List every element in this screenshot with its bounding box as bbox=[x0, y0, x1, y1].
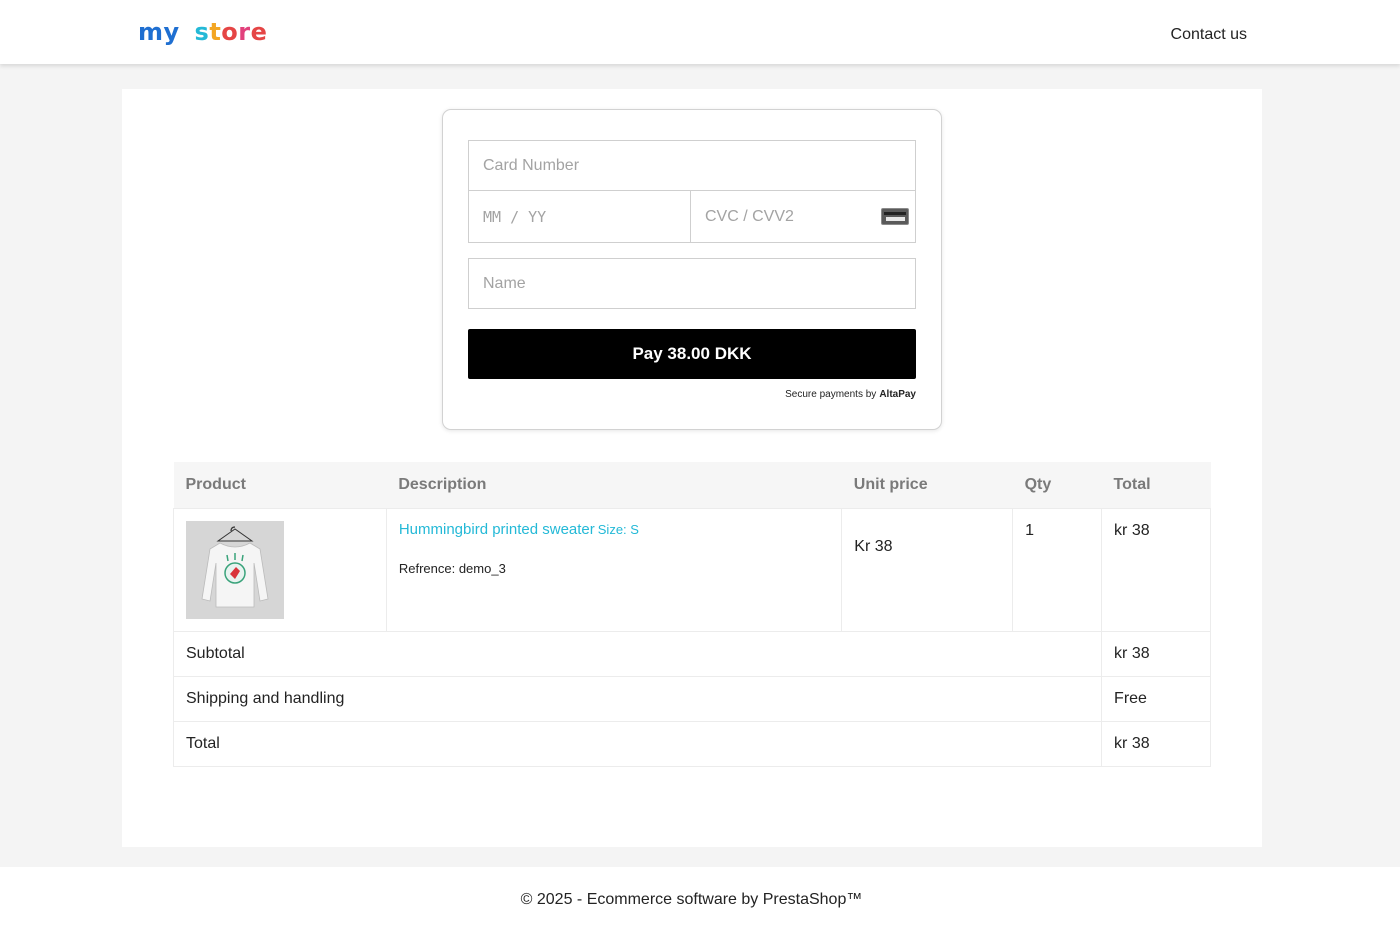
secure-label: Secure payments by bbox=[785, 389, 877, 400]
product-name-link[interactable]: Hummingbird printed sweater bbox=[399, 521, 595, 538]
summary-row-subtotal: Subtotal kr 38 bbox=[172, 630, 1211, 677]
product-size: Size: S bbox=[597, 521, 639, 537]
unit-price-cell: Kr 38 bbox=[841, 507, 1014, 632]
logo-part: e bbox=[250, 18, 268, 46]
store-logo[interactable]: my store bbox=[138, 15, 267, 49]
summary-value: kr 38 bbox=[1101, 720, 1211, 767]
cart-table: Product Description Unit price Qty Total bbox=[172, 462, 1211, 767]
column-header: Total bbox=[1101, 462, 1211, 508]
column-header: Product bbox=[173, 462, 387, 508]
table-row: Hummingbird printed sweater Size: S Refre… bbox=[173, 507, 1211, 632]
column-header: Qty bbox=[1012, 462, 1102, 508]
name-input[interactable] bbox=[469, 259, 915, 308]
product-reference: Refrence: demo_3 bbox=[398, 560, 506, 576]
sweater-image bbox=[201, 525, 269, 607]
altapay-brand: AltaPay bbox=[879, 389, 916, 400]
summary-row-shipping: Shipping and handling Free bbox=[172, 675, 1211, 722]
summary-label: Shipping and handling bbox=[172, 675, 1103, 722]
qty-cell: 1 bbox=[1012, 507, 1103, 632]
product-image[interactable] bbox=[186, 520, 284, 619]
payment-form: Pay 38.00 DKK Secure payments byAltaPay bbox=[442, 109, 942, 430]
logo-part: t bbox=[209, 18, 222, 46]
column-header: Unit price bbox=[841, 462, 1013, 508]
expiry-wrapper bbox=[469, 191, 691, 242]
logo-part: my bbox=[138, 18, 180, 46]
logo-part: s bbox=[194, 18, 210, 46]
card-details-group bbox=[468, 140, 916, 243]
main-content: Pay 38.00 DKK Secure payments byAltaPay … bbox=[122, 89, 1262, 847]
summary-row-total: Total kr 38 bbox=[172, 720, 1211, 767]
product-cell bbox=[173, 507, 387, 632]
card-number-wrapper bbox=[469, 141, 915, 191]
name-wrapper bbox=[468, 258, 916, 309]
site-footer: © 2025 - Ecommerce software by PrestaSho… bbox=[0, 867, 1400, 931]
copyright-text: © 2025 - Ecommerce software by PrestaSho… bbox=[520, 891, 863, 908]
pay-button[interactable]: Pay 38.00 DKK bbox=[468, 329, 916, 379]
logo-part: r bbox=[238, 18, 251, 46]
description-cell: Hummingbird printed sweater Size: S Refre… bbox=[385, 507, 843, 632]
column-header: Description bbox=[386, 462, 842, 508]
secure-payments-note: Secure payments by AltaPay bbox=[785, 389, 916, 400]
expiry-input[interactable] bbox=[469, 191, 690, 242]
site-header: my store Contact us bbox=[0, 0, 1400, 64]
card-number-input[interactable] bbox=[469, 141, 915, 190]
summary-label: Total bbox=[172, 720, 1103, 767]
cvc-wrapper bbox=[691, 191, 915, 242]
summary-value: kr 38 bbox=[1101, 630, 1211, 677]
summary-value: Free bbox=[1101, 675, 1211, 722]
card-cvc-icon bbox=[881, 208, 909, 225]
contact-us-link[interactable]: Contact us bbox=[1171, 26, 1247, 44]
cart-header-row: Product Description Unit price Qty Total bbox=[173, 462, 1211, 508]
logo-part: o bbox=[221, 18, 239, 46]
summary-label: Subtotal bbox=[172, 630, 1103, 677]
line-total-cell: kr 38 bbox=[1101, 507, 1211, 632]
